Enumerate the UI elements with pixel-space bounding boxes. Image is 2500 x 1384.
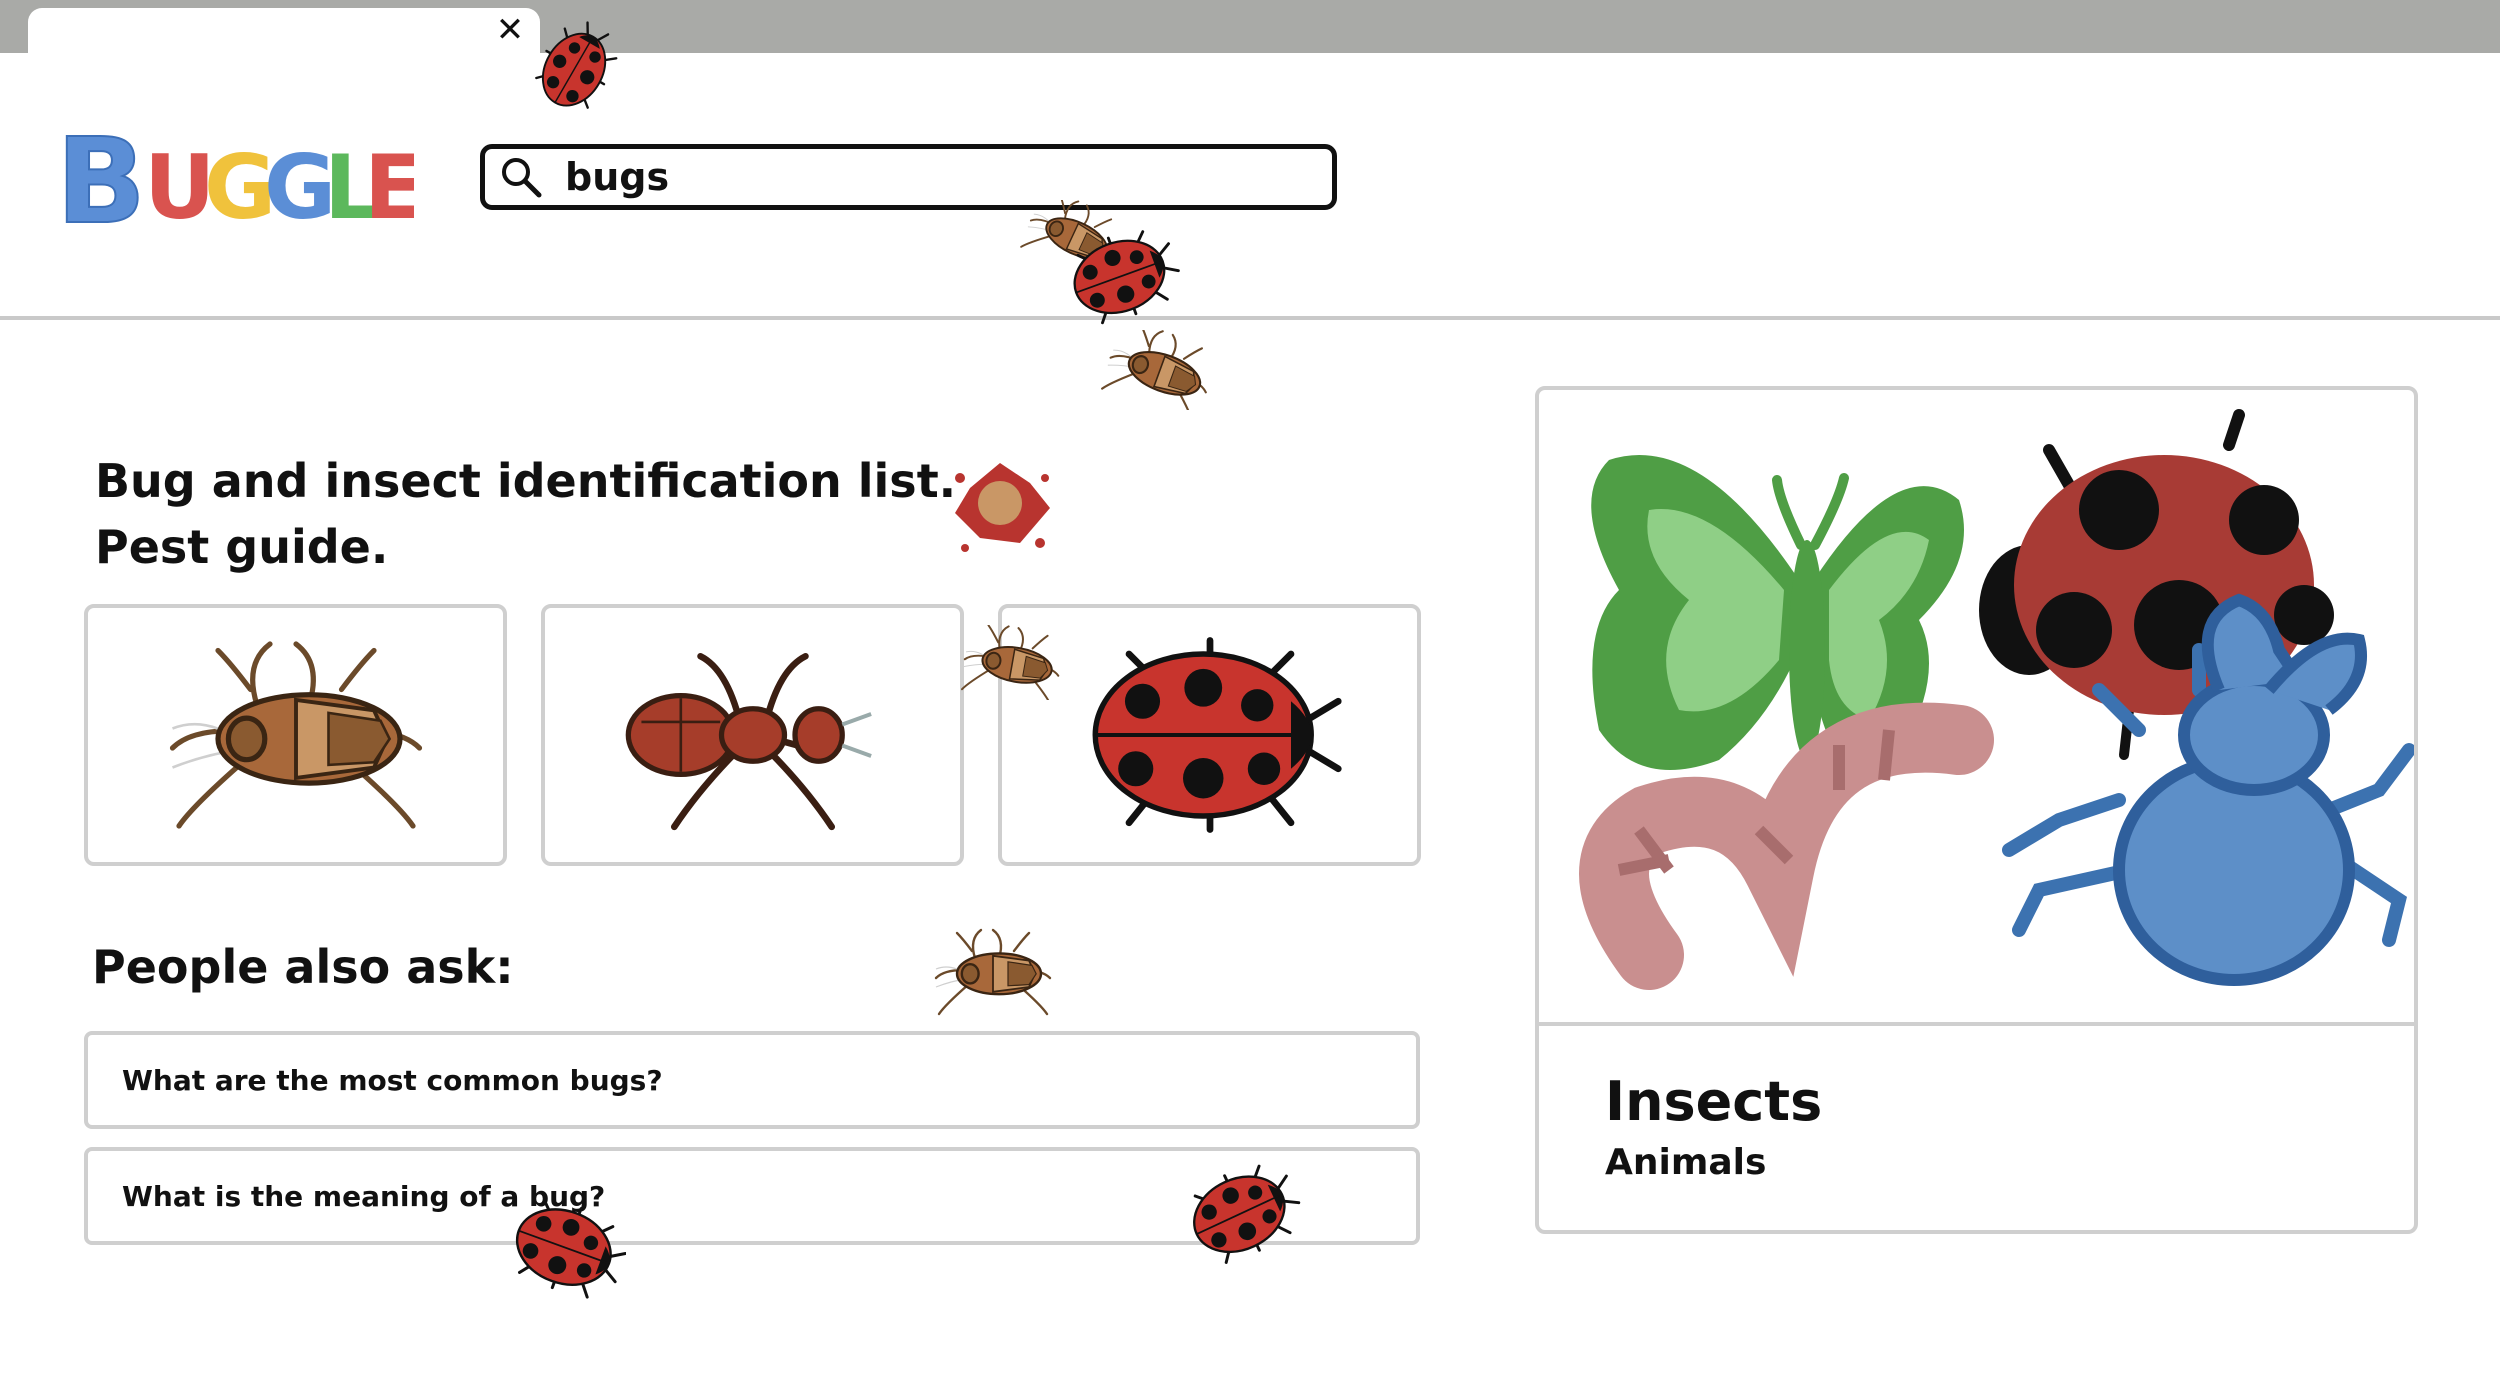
search-box[interactable] <box>480 144 1337 210</box>
squashed-bug-icon <box>955 463 1050 552</box>
ladybug-icon <box>528 18 623 118</box>
question-item[interactable]: What are the most common bugs? <box>84 1031 1420 1129</box>
image-card-ant[interactable] <box>541 604 964 866</box>
search-input[interactable] <box>563 154 1267 200</box>
ladybug-icon <box>506 1200 626 1300</box>
panel-divider <box>1539 1022 2414 1026</box>
browser-tab[interactable] <box>28 8 540 68</box>
buggle-logo[interactable]: B U G G L E <box>52 112 414 240</box>
people-also-ask-title: People also ask: <box>92 940 514 994</box>
cockroach-icon <box>166 635 426 835</box>
cockroach-icon <box>960 625 1065 700</box>
ladybug-icon <box>1075 625 1345 845</box>
close-tab-icon[interactable]: ✕ <box>490 10 530 50</box>
header-divider <box>0 316 2500 320</box>
knowledge-panel: Insects Animals <box>1535 386 2418 1234</box>
insects-illustration[interactable] <box>1539 390 2414 1022</box>
svg-text:B: B <box>56 112 146 240</box>
result-heading-line1: Bug and insect identification list. <box>95 454 957 508</box>
cockroach-icon <box>1100 330 1220 410</box>
search-icon[interactable] <box>499 155 543 199</box>
svg-text:E: E <box>364 136 414 239</box>
ant-icon <box>608 630 898 840</box>
result-heading[interactable]: Bug and insect identification list. Pest… <box>95 448 995 580</box>
image-card-cockroach[interactable] <box>84 604 507 866</box>
result-heading-line2: Pest guide. <box>95 520 389 574</box>
cockroach-icon <box>934 928 1052 1016</box>
ladybug-icon <box>1065 230 1180 325</box>
ladybug-icon <box>1183 1160 1301 1266</box>
panel-subtitle: Animals <box>1605 1142 1767 1183</box>
panel-title[interactable]: Insects <box>1605 1070 1822 1133</box>
